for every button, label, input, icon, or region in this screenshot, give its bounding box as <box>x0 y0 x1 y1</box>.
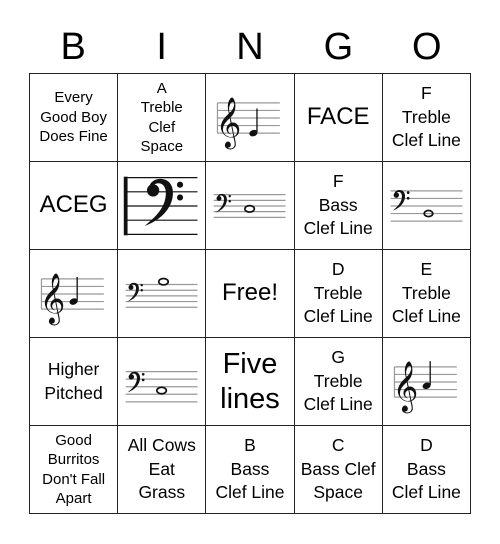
cell-label: Five lines <box>220 347 280 415</box>
cell-label: C Bass Clef Space <box>300 434 376 503</box>
bingo-cell[interactable] <box>118 162 207 250</box>
bingo-cell[interactable] <box>118 250 207 338</box>
bass-clef-icon <box>215 193 232 213</box>
treble-clef-staff-note-a-image: 𝄞 <box>392 360 457 413</box>
bingo-cell[interactable]: E Treble Clef Line <box>382 250 471 338</box>
bingo-cell[interactable]: 𝄞 <box>206 74 295 162</box>
cell-label: Good Burritos Don't Fall Apart <box>42 431 106 508</box>
bingo-cell[interactable]: D Treble Clef Line <box>294 250 383 338</box>
bass-clef-icon <box>144 178 184 226</box>
cell-label: All Cows Eat Grass <box>127 434 196 503</box>
bingo-cell[interactable]: 𝄞 <box>30 250 119 338</box>
quarter-note <box>249 108 259 136</box>
cell-label: FACE <box>306 103 370 131</box>
treble-clef-staff-note-g-image: 𝄞 <box>40 273 104 325</box>
cell-label: ACEG <box>39 191 108 219</box>
treble-clef-icon: 𝄞 <box>40 273 66 325</box>
cell-label: D Bass Clef Line <box>391 434 461 503</box>
bingo-cell[interactable]: Five lines <box>206 338 295 426</box>
bingo-header: B I N G O <box>29 22 471 72</box>
cell-label: F Bass Clef Line <box>303 170 373 239</box>
cell-label: Higher Pitched <box>44 358 103 403</box>
cell-label: F Treble Clef Line <box>391 82 461 151</box>
bass-clef-staff-note-d-image <box>125 370 198 402</box>
cell-label: A Treble Clef Space <box>140 79 184 156</box>
bingo-cell[interactable]: B Bass Clef Line <box>206 426 295 514</box>
bingo-cell[interactable]: Good Burritos Don't Fall Apart <box>30 426 119 514</box>
bingo-cell[interactable] <box>206 162 295 250</box>
bingo-cell[interactable]: C Bass Clef Space <box>294 426 383 514</box>
bingo-cell[interactable]: A Treble Clef Space <box>118 74 207 162</box>
bingo-cell[interactable]: F Treble Clef Line <box>382 74 471 162</box>
bingo-cell[interactable]: All Cows Eat Grass <box>118 426 207 514</box>
header-letter-b: B <box>60 26 86 68</box>
cell-label: G Treble Clef Line <box>303 346 373 415</box>
bass-clef-icon <box>127 282 144 302</box>
header-letter-i: I <box>156 26 167 68</box>
bass-clef-staff-note-g-image <box>125 277 198 308</box>
bass-clef-large-image <box>123 176 198 235</box>
cell-label: B Bass Clef Line <box>215 434 285 503</box>
bingo-cell[interactable]: F Bass Clef Line <box>294 162 383 250</box>
bingo-cell[interactable]: Free! <box>206 250 295 338</box>
bass-clef-staff-note-b-image <box>390 189 463 222</box>
bingo-cell[interactable]: Every Good Boy Does Fine <box>30 74 119 162</box>
header-letter-g: G <box>323 26 354 68</box>
cell-label: Every Good Boy Does Fine <box>39 89 108 146</box>
bass-clef-staff-note-c-image <box>214 193 286 218</box>
header-letter-o: O <box>412 26 442 68</box>
bingo-cell[interactable] <box>382 162 471 250</box>
bingo-cell[interactable]: FACE <box>294 74 383 162</box>
quarter-note <box>69 276 78 305</box>
bingo-card-grid: Every Good Boy Does Fine A Treble Clef Sp… <box>29 73 471 514</box>
treble-clef-icon: 𝄞 <box>392 361 418 413</box>
bass-clef-icon <box>127 371 145 392</box>
bingo-cell[interactable]: ACEG <box>30 162 119 250</box>
treble-clef-staff-note-e-image: 𝄞 <box>216 97 281 149</box>
free-space-label: Free! <box>221 279 278 307</box>
bingo-cell[interactable]: G Treble Clef Line <box>294 338 383 426</box>
bingo-cell[interactable]: D Bass Clef Line <box>382 426 471 514</box>
bingo-cell[interactable]: Higher Pitched <box>30 338 119 426</box>
header-letter-n: N <box>236 26 264 68</box>
bingo-cell[interactable] <box>118 338 207 426</box>
quarter-note <box>422 360 431 389</box>
whole-note <box>156 385 168 395</box>
bass-clef-icon <box>392 189 410 211</box>
bingo-cell[interactable]: 𝄞 <box>382 338 471 426</box>
treble-clef-icon: 𝄞 <box>216 97 242 149</box>
cell-label: D Treble Clef Line <box>303 258 373 327</box>
cell-label: E Treble Clef Line <box>391 258 461 327</box>
